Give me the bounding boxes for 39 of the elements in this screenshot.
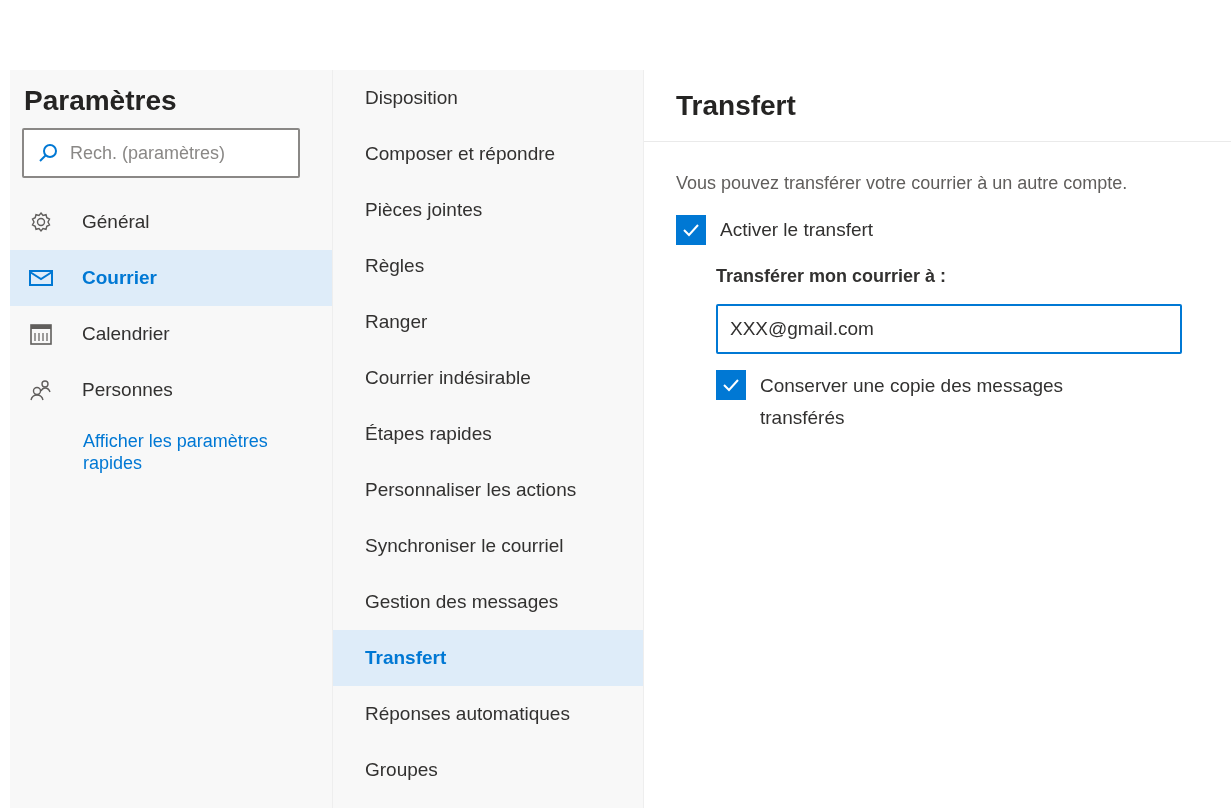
category-item[interactable]: Ranger	[333, 294, 643, 350]
sidebar-title: Paramètres	[23, 84, 178, 118]
gear-icon	[30, 211, 52, 233]
calendar-icon	[30, 323, 52, 345]
nav-item[interactable]: Calendrier	[10, 306, 332, 362]
nav-label: Courrier	[82, 265, 157, 290]
search-icon	[38, 143, 58, 163]
category-item[interactable]: Groupes	[333, 742, 643, 798]
category-item[interactable]: Étapes rapides	[333, 406, 643, 462]
mail-icon	[29, 269, 53, 287]
category-item[interactable]: Courrier indésirable	[333, 350, 643, 406]
nav-label: Général	[82, 209, 150, 234]
category-item[interactable]: Pièces jointes	[333, 182, 643, 238]
quick-settings-link[interactable]: Afficher les paramètres rapides	[83, 430, 273, 474]
category-item[interactable]: Composer et répondre	[333, 126, 643, 182]
category-item[interactable]: Disposition	[333, 70, 643, 126]
check-icon	[682, 223, 700, 237]
page-title: Transfert	[676, 88, 796, 123]
category-item[interactable]: Transfert	[333, 630, 643, 686]
nav-item[interactable]: Personnes	[10, 362, 332, 418]
category-item[interactable]: Personnaliser les actions	[333, 462, 643, 518]
nav-item[interactable]: Courrier	[10, 250, 332, 306]
people-icon	[29, 379, 53, 401]
search-field[interactable]: Rech. (paramètres)	[22, 128, 300, 178]
category-item[interactable]: Synchroniser le courriel	[333, 518, 643, 574]
checkbox[interactable]	[676, 215, 706, 245]
category-item[interactable]: Règles	[333, 238, 643, 294]
category-item[interactable]: Réponses automatiques	[333, 686, 643, 742]
checkbox[interactable]	[716, 370, 746, 400]
nav-label: Personnes	[82, 377, 173, 402]
checkbox-label: Conserver une copie des messages transférés	[760, 374, 1065, 430]
nav-label: Calendrier	[82, 321, 170, 346]
nav-item[interactable]: Général	[10, 194, 332, 250]
check-icon	[722, 378, 740, 392]
description: Vous pouvez transférer votre courrier à un autre compte.	[676, 172, 1129, 195]
category-item[interactable]: Gestion des messages	[333, 574, 643, 630]
email-field[interactable]: XXX@gmail.com	[716, 304, 1182, 354]
checkbox-label: Activer le transfert	[720, 217, 874, 242]
field-label: Transférer mon courrier à :	[716, 265, 948, 288]
